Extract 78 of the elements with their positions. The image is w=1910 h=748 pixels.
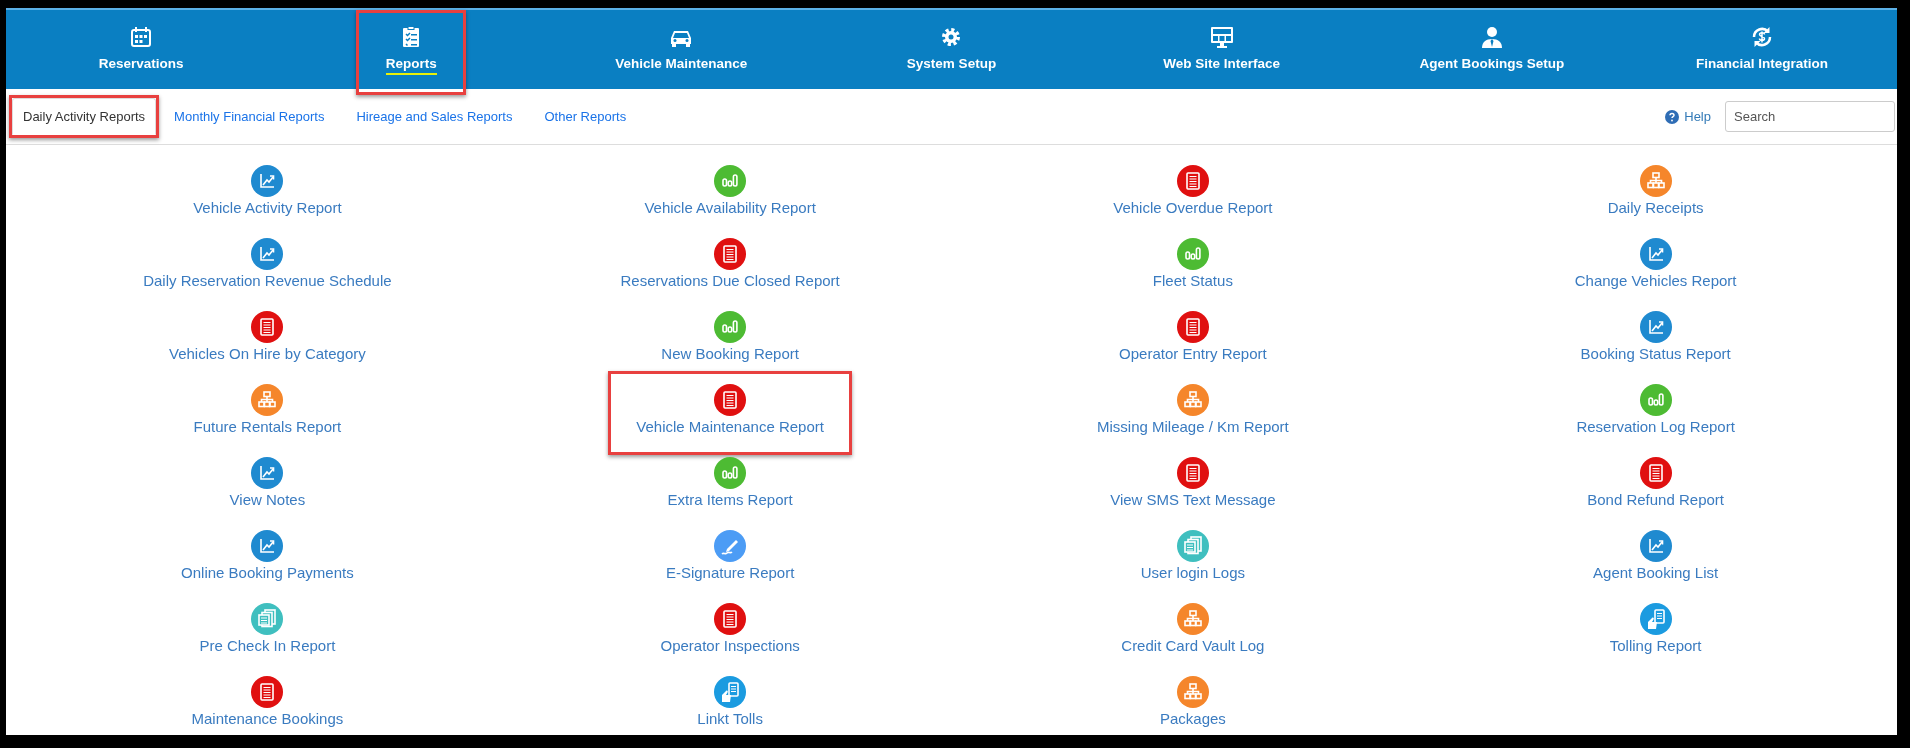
document-icon[interactable] bbox=[251, 676, 284, 708]
report-link[interactable]: Extra Items Report bbox=[667, 489, 793, 511]
report-link[interactable]: Bond Refund Report bbox=[1587, 489, 1724, 511]
help-link[interactable]: Help bbox=[1665, 106, 1711, 127]
report-link[interactable]: View Notes bbox=[229, 489, 306, 511]
nav-item[interactable]: Agent Bookings Setup bbox=[1413, 10, 1571, 89]
nav-item[interactable]: Reservations bbox=[92, 10, 190, 89]
document-icon[interactable] bbox=[1639, 457, 1672, 489]
report-link[interactable]: Fleet Status bbox=[1152, 270, 1233, 292]
report-link[interactable]: Pre Check In Report bbox=[199, 635, 336, 657]
report-link[interactable]: Reservation Log Report bbox=[1576, 416, 1735, 438]
nav-item[interactable]: System Setup bbox=[900, 10, 1003, 89]
report-link[interactable]: Packages bbox=[1159, 708, 1226, 730]
document-icon[interactable] bbox=[714, 603, 747, 635]
line-chart-icon[interactable] bbox=[251, 457, 284, 489]
report-link[interactable]: Linkt Tolls bbox=[697, 708, 763, 730]
line-chart-icon[interactable] bbox=[251, 238, 284, 270]
report-link[interactable]: Change Vehicles Report bbox=[1574, 270, 1737, 292]
bar-chart-icon[interactable] bbox=[714, 457, 747, 489]
report-link[interactable]: User login Logs bbox=[1140, 562, 1245, 584]
hierarchy-icon[interactable] bbox=[1176, 676, 1209, 708]
report-link[interactable]: Vehicle Overdue Report bbox=[1113, 197, 1273, 219]
report-link[interactable]: Operator Inspections bbox=[660, 635, 800, 657]
hierarchy-icon[interactable] bbox=[251, 384, 284, 416]
search-field[interactable]: Search bbox=[1725, 101, 1895, 132]
person-icon bbox=[1479, 24, 1504, 49]
pages-icon[interactable] bbox=[1176, 530, 1209, 562]
help-icon bbox=[1665, 109, 1680, 124]
report-link[interactable]: View SMS Text Message bbox=[1110, 489, 1276, 511]
nav-item[interactable]: Web Site Interface bbox=[1157, 10, 1287, 89]
line-chart-icon[interactable] bbox=[1639, 311, 1672, 343]
pen-icon[interactable] bbox=[714, 530, 747, 562]
hierarchy-icon[interactable] bbox=[1176, 603, 1209, 635]
bar-chart-icon[interactable] bbox=[714, 165, 747, 197]
report-link[interactable]: Daily Reservation Revenue Schedule bbox=[143, 270, 392, 292]
report-link[interactable]: Online Booking Payments bbox=[181, 562, 354, 584]
report-link[interactable]: Vehicle Activity Report bbox=[193, 197, 342, 219]
document-icon[interactable] bbox=[714, 238, 747, 270]
report-link[interactable]: Operator Entry Report bbox=[1119, 343, 1267, 365]
report-link[interactable]: Maintenance Bookings bbox=[191, 708, 344, 730]
report-link[interactable]: Vehicle Availability Report bbox=[644, 197, 816, 219]
report-link[interactable]: Booking Status Report bbox=[1580, 343, 1731, 365]
document-icon[interactable] bbox=[1176, 457, 1209, 489]
document-icon[interactable] bbox=[251, 311, 284, 343]
document-icon[interactable] bbox=[1176, 165, 1209, 197]
hierarchy-icon[interactable] bbox=[1176, 384, 1209, 416]
monitor-icon bbox=[1209, 24, 1234, 49]
report-link[interactable]: Tolling Report bbox=[1609, 635, 1702, 657]
report-link[interactable]: Agent Booking List bbox=[1593, 562, 1719, 584]
document-icon[interactable] bbox=[1176, 311, 1209, 343]
report-link[interactable]: Vehicle Maintenance Report bbox=[636, 416, 824, 438]
report-link[interactable]: Reservations Due Closed Report bbox=[620, 270, 840, 292]
report-link[interactable]: Daily Receipts bbox=[1607, 197, 1704, 219]
report-tab[interactable]: Other Reports bbox=[530, 98, 641, 135]
report-link[interactable]: Future Rentals Report bbox=[193, 416, 342, 438]
bar-chart-icon[interactable] bbox=[1639, 384, 1672, 416]
nav-item[interactable]: Financial Integration bbox=[1689, 10, 1834, 89]
report-tab[interactable]: Hireage and Sales Reports bbox=[342, 98, 527, 135]
report-link[interactable]: New Booking Report bbox=[661, 343, 799, 365]
report-link[interactable]: Credit Card Vault Log bbox=[1121, 635, 1265, 657]
line-chart-icon[interactable] bbox=[1639, 530, 1672, 562]
hierarchy-icon[interactable] bbox=[1639, 165, 1672, 197]
line-chart-icon[interactable] bbox=[251, 530, 284, 562]
report-link[interactable]: Missing Mileage / Km Report bbox=[1097, 416, 1289, 438]
report-tab[interactable]: Monthly Financial Reports bbox=[160, 98, 339, 135]
line-chart-icon[interactable] bbox=[1639, 238, 1672, 270]
hand-document-icon[interactable] bbox=[714, 676, 747, 708]
bar-chart-icon[interactable] bbox=[1176, 238, 1209, 270]
document-icon[interactable] bbox=[714, 384, 747, 416]
nav-item[interactable]: Vehicle Maintenance bbox=[609, 10, 754, 89]
report-link[interactable]: Vehicles On Hire by Category bbox=[169, 343, 366, 365]
line-chart-icon[interactable] bbox=[251, 165, 284, 197]
calendar-icon bbox=[129, 24, 154, 49]
report-link[interactable]: E-Signature Report bbox=[665, 562, 795, 584]
hand-document-icon[interactable] bbox=[1639, 603, 1672, 635]
bar-chart-icon[interactable] bbox=[714, 311, 747, 343]
nav-item[interactable]: Reports bbox=[379, 10, 443, 89]
pages-icon[interactable] bbox=[251, 603, 284, 635]
